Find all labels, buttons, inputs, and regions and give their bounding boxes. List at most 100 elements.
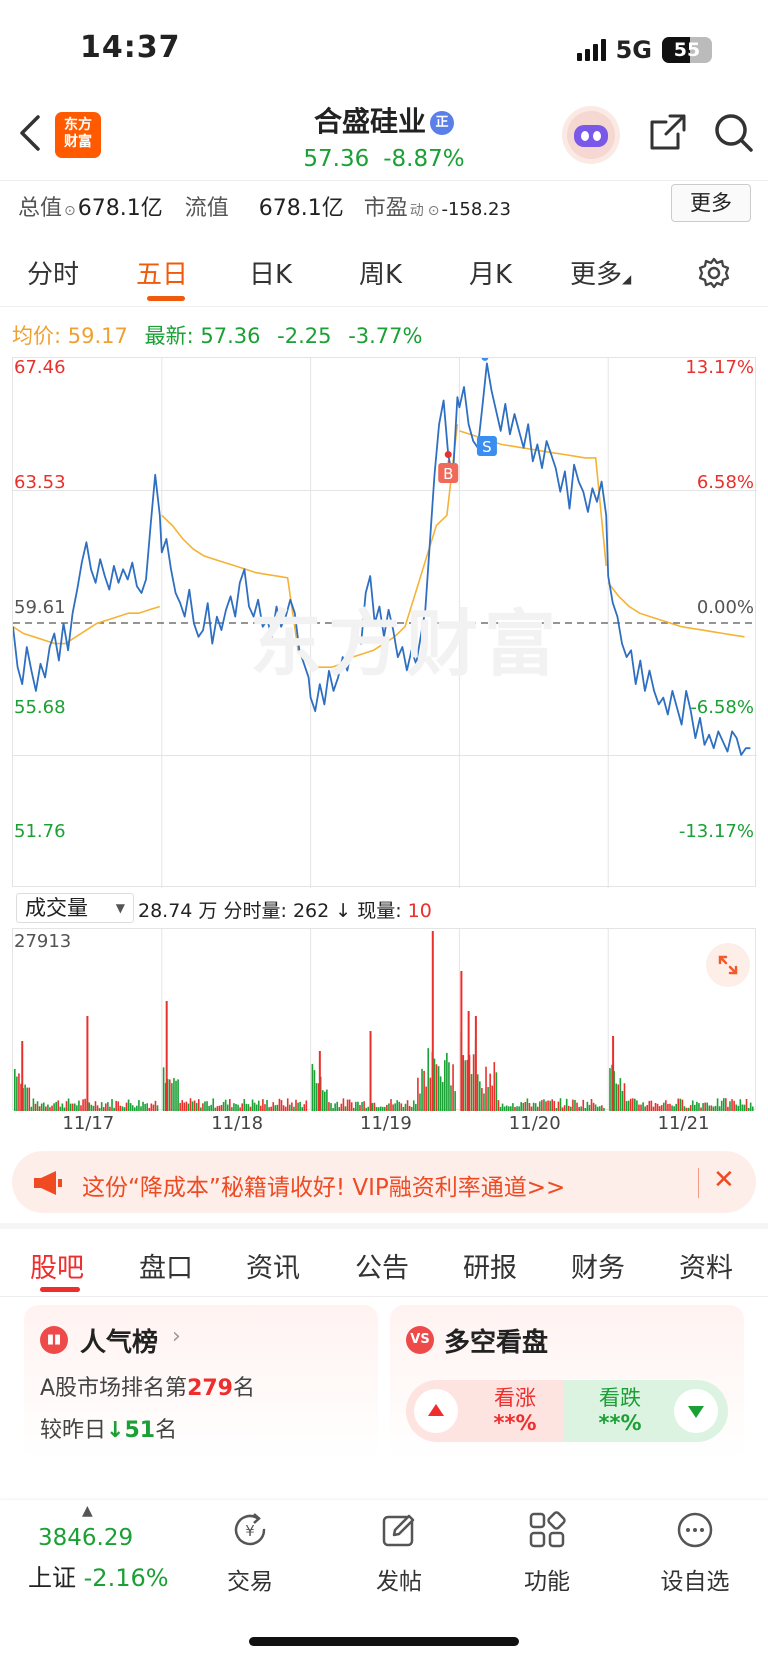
y-tick-right: -13.17% bbox=[678, 821, 754, 842]
volume-bar bbox=[78, 1100, 80, 1111]
stock-name: 合盛硅业 bbox=[313, 105, 426, 138]
tab-pankou[interactable]: 盘口 bbox=[139, 1246, 193, 1285]
tab-five-day[interactable]: 五日 bbox=[136, 254, 188, 291]
latest-change: -2.25 bbox=[277, 324, 332, 348]
nav-post[interactable]: 发帖 bbox=[354, 1510, 444, 1596]
volume-bar bbox=[720, 1100, 723, 1111]
volume-bar bbox=[109, 1106, 111, 1111]
expand-button[interactable] bbox=[706, 943, 750, 987]
nav-trade[interactable]: ¥ 交易 bbox=[205, 1510, 295, 1596]
volume-bar bbox=[499, 1106, 502, 1111]
volume-bar bbox=[503, 1106, 506, 1111]
nav-functions[interactable]: 功能 bbox=[502, 1510, 592, 1596]
volume-bar bbox=[446, 1052, 448, 1111]
volume-bar bbox=[348, 1099, 351, 1111]
volume-bar bbox=[326, 1089, 328, 1111]
volume-bar bbox=[249, 1106, 252, 1111]
sentiment-title: 多空看盘 bbox=[444, 1328, 549, 1358]
tab-intraday[interactable]: 分时 bbox=[27, 254, 79, 291]
compare-value: 51 bbox=[124, 1418, 156, 1443]
tab-daily-k[interactable]: 日K bbox=[249, 254, 292, 291]
banner-text[interactable]: 这份“降成本”秘籍请收好! VIP融资利率通道>> bbox=[82, 1168, 565, 1202]
volume-bar bbox=[150, 1103, 153, 1111]
volume-bar bbox=[462, 1055, 465, 1111]
volume-bar bbox=[634, 1098, 636, 1111]
tab-weekly-k[interactable]: 周K bbox=[359, 254, 402, 291]
volume-bar bbox=[580, 1106, 582, 1111]
tab-news[interactable]: 资讯 bbox=[246, 1246, 300, 1285]
y-tick-left: 67.46 bbox=[14, 357, 66, 378]
y-tick-right: 6.58% bbox=[696, 472, 754, 493]
volume-bar bbox=[536, 1106, 539, 1111]
nav-add-watchlist-label: 设自选 bbox=[660, 1569, 730, 1595]
volume-bar bbox=[117, 1101, 120, 1111]
arrow-down-icon: ↓ bbox=[106, 1418, 125, 1443]
index-value[interactable]: 3846.29 bbox=[38, 1525, 133, 1551]
volume-bar bbox=[332, 1107, 334, 1111]
volume-chart[interactable] bbox=[12, 928, 756, 1111]
volume-bar bbox=[729, 1101, 731, 1111]
latest-value: 57.36 bbox=[200, 324, 261, 348]
tab-finance[interactable]: 财务 bbox=[571, 1246, 625, 1285]
volume-bar bbox=[177, 1079, 179, 1111]
volume-bar bbox=[400, 1103, 403, 1111]
tab-guba[interactable]: 股吧 bbox=[30, 1246, 84, 1285]
vote-down-label-group: 看跌 **% bbox=[575, 1386, 665, 1436]
volume-bar bbox=[57, 1100, 60, 1111]
volume-bar bbox=[625, 1101, 628, 1111]
volume-bar bbox=[646, 1105, 649, 1111]
tab-research[interactable]: 研报 bbox=[463, 1246, 517, 1285]
nav-add-watchlist[interactable]: 设自选 bbox=[650, 1510, 740, 1596]
volume-bar bbox=[179, 1103, 181, 1111]
divider bbox=[0, 180, 768, 181]
volume-bar bbox=[113, 1107, 115, 1111]
ai-assistant-avatar[interactable] bbox=[562, 106, 620, 164]
active-tab-indicator bbox=[147, 296, 185, 301]
tab-more[interactable]: 更多◢ bbox=[570, 254, 631, 291]
close-icon[interactable]: ✕ bbox=[713, 1165, 735, 1195]
volume-bar bbox=[594, 1104, 597, 1111]
volume-bar bbox=[574, 1099, 576, 1111]
tab-monthly-k[interactable]: 月K bbox=[469, 254, 512, 291]
info-dots-icon[interactable]: ⊙ bbox=[64, 203, 76, 219]
info-dots-icon[interactable]: ⊙ bbox=[428, 203, 440, 219]
sell-marker-label: S bbox=[482, 438, 492, 456]
volume-bar bbox=[603, 1107, 605, 1111]
volume-bar bbox=[731, 1099, 733, 1111]
volume-bar bbox=[601, 1105, 603, 1111]
nav-post-label: 发帖 bbox=[376, 1569, 422, 1595]
pe-value: -158.23 bbox=[441, 199, 511, 220]
volume-bar bbox=[133, 1107, 136, 1111]
index-label[interactable]: 上证 -2.16% bbox=[28, 1558, 169, 1593]
share-icon[interactable] bbox=[648, 112, 688, 152]
gear-icon[interactable] bbox=[698, 257, 730, 289]
volume-bar bbox=[489, 1073, 491, 1111]
banner-divider bbox=[698, 1168, 699, 1198]
volume-bar bbox=[629, 1098, 632, 1111]
volume-spike bbox=[431, 931, 434, 1111]
volume-bar bbox=[245, 1103, 248, 1111]
caret-up-icon[interactable]: ▲ bbox=[82, 1503, 93, 1519]
volume-bar bbox=[654, 1102, 657, 1111]
valuation-row: 总值 ⊙ 678.1亿 流值 678.1亿 市盈 动 ⊙ -158.23 bbox=[18, 190, 511, 222]
volume-bar bbox=[82, 1099, 84, 1111]
y-tick-right: -6.58% bbox=[690, 697, 754, 718]
volume-bar bbox=[105, 1103, 107, 1111]
more-button[interactable]: 更多 bbox=[671, 184, 751, 222]
popularity-title: 人气榜 bbox=[80, 1328, 159, 1358]
indicator-selector[interactable]: 成交量 ▼ bbox=[16, 893, 134, 923]
volume-bar bbox=[59, 1106, 62, 1111]
volume-bar bbox=[51, 1105, 53, 1111]
volume-bar bbox=[638, 1104, 640, 1111]
search-icon[interactable] bbox=[713, 112, 755, 154]
volume-bar bbox=[520, 1102, 522, 1111]
tab-profile[interactable]: 资料 bbox=[679, 1246, 733, 1285]
volume-bar bbox=[704, 1102, 706, 1111]
volume-bar bbox=[433, 1058, 436, 1111]
volume-bar bbox=[698, 1103, 700, 1111]
volume-bar bbox=[202, 1103, 204, 1111]
x-tick-label: 11/17 bbox=[62, 1113, 115, 1134]
volume-bar bbox=[131, 1105, 134, 1111]
tab-announcements[interactable]: 公告 bbox=[355, 1246, 409, 1285]
volume-bar bbox=[297, 1102, 299, 1111]
